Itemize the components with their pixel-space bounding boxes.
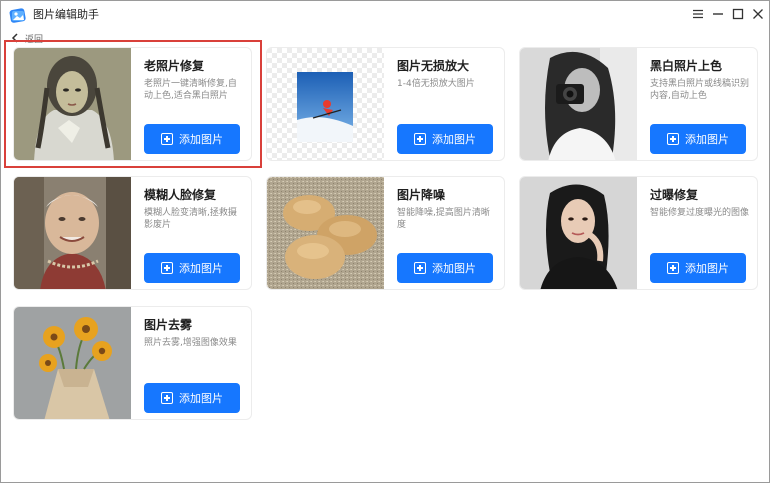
thumbnail-skier <box>267 48 384 160</box>
card-lossless-upscale: 图片无损放大 1-4倍无损放大图片 添加图片 <box>266 47 505 161</box>
card-face-restore: 模糊人脸修复 模糊人脸变清晰,拯救摄影废片 添加图片 <box>13 176 252 290</box>
add-image-button[interactable]: 添加图片 <box>650 124 746 154</box>
add-image-button[interactable]: 添加图片 <box>144 383 240 413</box>
back-button[interactable]: 返回 <box>11 29 43 47</box>
card-description: 老照片一键清晰修复,自动上色,适合黑白照片 <box>144 79 237 101</box>
thumbnail-sunflowers <box>14 307 131 419</box>
thumbnail-old-photo-girl <box>14 48 131 160</box>
add-image-button[interactable]: 添加图片 <box>144 124 240 154</box>
card-description: 模糊人脸变清晰,拯救摄影废片 <box>144 208 237 230</box>
add-image-button[interactable]: 添加图片 <box>144 253 240 283</box>
card-description: 支持黑白照片或线稿识别内容,自动上色 <box>650 79 750 101</box>
card-title: 黑白照片上色 <box>650 59 723 73</box>
card-title: 过曝修复 <box>650 188 699 202</box>
add-image-button[interactable]: 添加图片 <box>397 253 493 283</box>
menu-icon[interactable] <box>689 5 707 23</box>
title-bar: 图片编辑助手 <box>1 1 769 29</box>
button-label: 添加图片 <box>179 133 223 146</box>
card-description: 1-4倍无损放大图片 <box>397 79 475 89</box>
card-overexposure-fix: 过曝修复 智能修复过度曝光的图像 添加图片 <box>519 176 758 290</box>
card-description: 智能修复过度曝光的图像 <box>650 208 750 218</box>
button-label: 添加图片 <box>432 262 476 275</box>
back-label: 返回 <box>25 34 44 45</box>
plus-square-icon <box>667 262 679 274</box>
thumbnail-bw-camera-woman <box>520 48 637 160</box>
app-title: 图片编辑助手 <box>33 8 99 21</box>
plus-square-icon <box>414 133 426 145</box>
card-title: 图片无损放大 <box>397 59 470 73</box>
button-label: 添加图片 <box>432 133 476 146</box>
close-icon[interactable] <box>749 5 767 23</box>
card-dehaze: 图片去雾 照片去雾,增强图像效果 添加图片 <box>13 306 252 420</box>
thumbnail-bread-noise <box>267 177 384 289</box>
plus-square-icon <box>161 392 173 404</box>
card-description: 照片去雾,增强图像效果 <box>144 338 237 348</box>
card-title: 图片去雾 <box>144 318 193 332</box>
plus-square-icon <box>414 262 426 274</box>
card-old-photo-restore: 老照片修复 老照片一键清晰修复,自动上色,适合黑白照片 添加图片 <box>13 47 252 161</box>
card-title: 图片降噪 <box>397 188 446 202</box>
button-label: 添加图片 <box>179 262 223 275</box>
plus-square-icon <box>161 262 173 274</box>
button-label: 添加图片 <box>685 133 729 146</box>
maximize-icon[interactable] <box>729 5 747 23</box>
card-denoise: 图片降噪 智能降噪,提高图片清晰度 添加图片 <box>266 176 505 290</box>
add-image-button[interactable]: 添加图片 <box>397 124 493 154</box>
plus-square-icon <box>161 133 173 145</box>
add-image-button[interactable]: 添加图片 <box>650 253 746 283</box>
minimize-icon[interactable] <box>709 5 727 23</box>
card-title: 老照片修复 <box>144 59 205 73</box>
thumbnail-old-woman <box>14 177 131 289</box>
app-logo-icon <box>9 6 27 24</box>
chevron-left-icon <box>11 33 18 43</box>
card-title: 模糊人脸修复 <box>144 188 217 202</box>
card-bw-colorize: 黑白照片上色 支持黑白照片或线稿识别内容,自动上色 添加图片 <box>519 47 758 161</box>
plus-square-icon <box>667 133 679 145</box>
button-label: 添加图片 <box>179 392 223 405</box>
thumbnail-woman-black <box>520 177 637 289</box>
app-window: 图片编辑助手 返回 老照片修复 老照片一键清晰修复,自动上色,适合黑白照片 添加… <box>0 0 770 483</box>
button-label: 添加图片 <box>685 262 729 275</box>
card-description: 智能降噪,提高图片清晰度 <box>397 208 490 230</box>
